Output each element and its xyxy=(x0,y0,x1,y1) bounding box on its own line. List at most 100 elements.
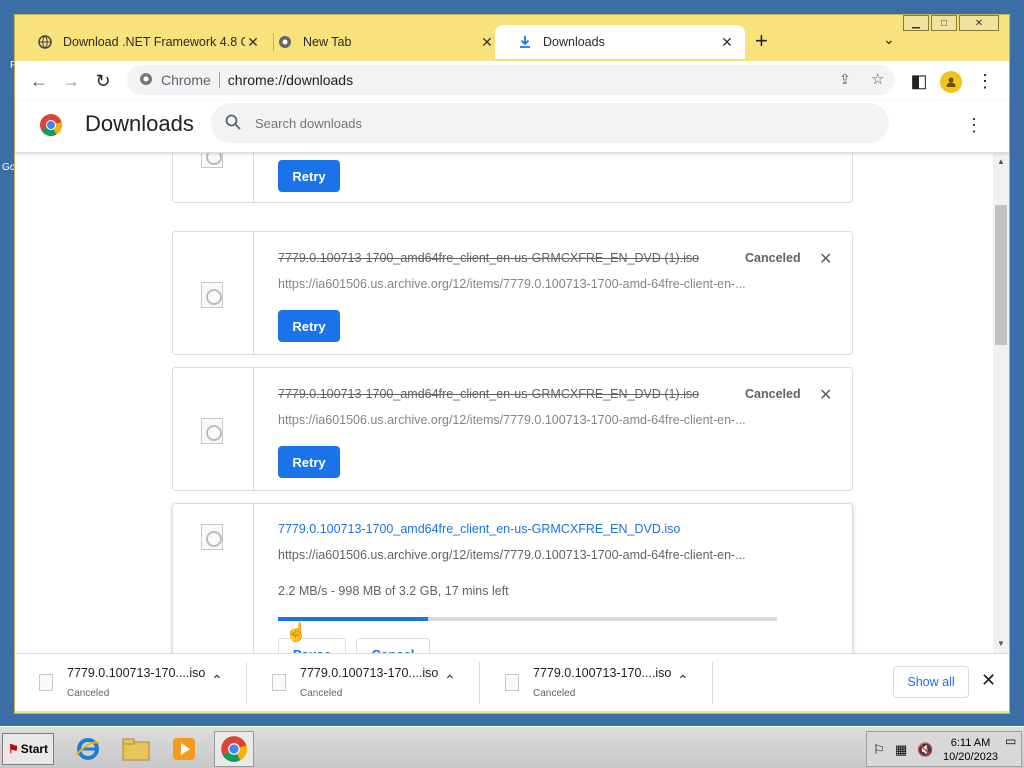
close-tab-icon[interactable]: ✕ xyxy=(479,34,495,51)
shelf-item[interactable]: 7779.0.100713-170....iso Canceled ⌃ xyxy=(481,662,713,704)
download-filename[interactable]: 7779.0.100713-1700_amd64fre_client_en-us… xyxy=(278,387,699,401)
clock-time: 6:11 AM xyxy=(950,737,991,749)
download-item: Retry xyxy=(172,153,853,203)
scroll-down-icon[interactable]: ▼ xyxy=(997,639,1005,648)
tab-downloads[interactable]: Downloads ✕ xyxy=(495,25,745,59)
download-filename[interactable]: 7779.0.100713-1700_amd64fre_client_en-us… xyxy=(278,251,699,265)
flag-icon[interactable]: ⚐ xyxy=(873,742,885,758)
shelf-item-status: Canceled xyxy=(533,688,576,699)
file-icon xyxy=(505,674,519,691)
side-panel-icon[interactable]: ◧ xyxy=(907,69,931,93)
chrome-icon xyxy=(277,34,293,50)
downloads-menu-icon[interactable]: ⋮ xyxy=(965,115,983,136)
page-title: Downloads xyxy=(85,111,194,136)
menu-kebab-icon[interactable]: ⋮ xyxy=(973,69,997,93)
bookmark-star-icon[interactable]: ☆ xyxy=(871,70,884,88)
download-item: 7779.0.100713-1700_amd64fre_client_en-us… xyxy=(172,367,853,491)
scroll-up-icon[interactable]: ▲ xyxy=(997,157,1005,166)
remove-icon[interactable]: ✕ xyxy=(819,385,832,405)
internet-explorer-taskbar-icon[interactable] xyxy=(68,731,108,767)
maximize-button[interactable]: □ xyxy=(931,15,957,31)
download-url[interactable]: https://ia601506.us.archive.org/12/items… xyxy=(278,548,746,562)
file-icon xyxy=(201,282,223,308)
search-icon xyxy=(225,114,241,133)
tab-title: New Tab xyxy=(303,35,352,49)
retry-button[interactable]: Retry xyxy=(278,310,340,342)
download-url[interactable]: https://ia601506.us.archive.org/12/items… xyxy=(278,413,746,427)
windows-flag-icon: ⚑ xyxy=(7,742,19,756)
start-button[interactable]: ⚑ Start xyxy=(2,733,54,765)
tab-title: Download .NET Framework 4.8 Of xyxy=(63,35,245,49)
download-shelf: 7779.0.100713-170....iso Canceled ⌃ 7779… xyxy=(15,653,1009,711)
download-filename[interactable]: 7779.0.100713-1700_amd64fre_client_en-us… xyxy=(278,522,680,536)
minimize-button[interactable]: ▁ xyxy=(903,15,929,31)
chevron-down-icon[interactable]: ⌄ xyxy=(883,31,895,48)
media-player-taskbar-icon[interactable] xyxy=(164,731,204,767)
remove-icon[interactable]: ✕ xyxy=(819,249,832,269)
page-scrollbar[interactable]: ▲ ▼ xyxy=(993,153,1009,653)
chevron-up-icon[interactable]: ⌃ xyxy=(677,672,689,689)
download-item-active: 7779.0.100713-1700_amd64fre_client_en-us… xyxy=(172,503,853,653)
scrollbar-thumb[interactable] xyxy=(995,205,1007,345)
download-icon-column xyxy=(173,153,254,202)
retry-button[interactable]: Retry xyxy=(278,160,340,192)
network-icon[interactable]: ▦ xyxy=(895,742,907,758)
new-tab-button[interactable]: + xyxy=(755,30,768,52)
forward-icon[interactable]: → xyxy=(59,69,83,93)
chevron-up-icon[interactable]: ⌃ xyxy=(211,672,223,689)
search-downloads-box[interactable] xyxy=(211,103,889,143)
back-icon[interactable]: ← xyxy=(27,69,51,93)
share-icon[interactable]: ⇪ xyxy=(839,71,851,88)
shelf-item[interactable]: 7779.0.100713-170....iso Canceled ⌃ xyxy=(15,662,247,704)
start-label: Start xyxy=(20,742,49,756)
file-icon xyxy=(201,524,223,550)
downloads-header: Downloads ⋮ xyxy=(15,101,1009,153)
file-explorer-taskbar-icon[interactable] xyxy=(116,731,156,767)
tab-title: Downloads xyxy=(543,35,605,49)
tab-bar: Download .NET Framework 4.8 Of ✕ New Tab… xyxy=(15,15,1009,61)
reload-icon[interactable]: ↻ xyxy=(91,69,115,93)
clock-date: 10/20/2023 xyxy=(943,751,999,763)
volume-muted-icon[interactable]: 🔇 xyxy=(917,742,933,758)
close-tab-icon[interactable]: ✕ xyxy=(719,34,735,51)
download-status: Canceled xyxy=(745,387,801,401)
close-window-button[interactable]: ✕ xyxy=(959,15,999,31)
omnibox-divider xyxy=(218,72,220,88)
retry-button[interactable]: Retry xyxy=(278,446,340,478)
address-bar[interactable]: Chrome chrome://downloads ⇪ ☆ xyxy=(127,65,895,95)
download-progress-bar xyxy=(278,617,777,621)
file-icon xyxy=(201,418,223,444)
show-all-button[interactable]: Show all xyxy=(893,666,969,698)
chrome-icon xyxy=(139,72,153,89)
cancel-button[interactable]: Cancel xyxy=(356,638,430,653)
windows-taskbar: ⚑ Start ⚐ ▦ 🔇 6:11 AM 10/20/2023 ▭ xyxy=(0,726,1024,768)
chrome-taskbar-icon[interactable] xyxy=(214,731,254,767)
download-icon-column xyxy=(173,368,254,490)
chrome-logo-icon xyxy=(39,113,63,142)
file-icon xyxy=(272,674,286,691)
download-url[interactable]: https://ia601506.us.archive.org/12/items… xyxy=(278,277,746,291)
tab-new-tab[interactable]: New Tab ✕ xyxy=(255,25,505,59)
tab-dotnet[interactable]: Download .NET Framework 4.8 Of ✕ xyxy=(15,25,271,59)
show-desktop-icon[interactable]: ▭ xyxy=(1005,734,1016,748)
shelf-item-status: Canceled xyxy=(300,688,343,699)
shelf-item[interactable]: 7779.0.100713-170....iso Canceled ⌃ xyxy=(248,662,480,704)
progress-fill xyxy=(278,617,428,621)
shelf-item-name: 7779.0.100713-170....iso xyxy=(67,666,206,680)
download-icon xyxy=(517,34,533,50)
close-shelf-icon[interactable]: ✕ xyxy=(981,670,996,691)
window-controls: ▁ □ ✕ xyxy=(903,15,999,31)
download-status: Canceled xyxy=(745,251,801,265)
clock[interactable]: 6:11 AM 10/20/2023 xyxy=(943,736,998,764)
profile-avatar[interactable] xyxy=(940,71,962,93)
shelf-item-name: 7779.0.100713-170....iso xyxy=(300,666,439,680)
download-icon-column xyxy=(173,232,254,354)
system-tray: ⚐ ▦ 🔇 6:11 AM 10/20/2023 ▭ xyxy=(866,731,1022,767)
url-text[interactable]: chrome://downloads xyxy=(228,72,353,88)
globe-icon xyxy=(37,34,53,50)
shelf-item-name: 7779.0.100713-170....iso xyxy=(533,666,672,680)
chevron-up-icon[interactable]: ⌃ xyxy=(444,672,456,689)
download-item: 7779.0.100713-1700_amd64fre_client_en-us… xyxy=(172,231,853,355)
search-input[interactable] xyxy=(255,115,855,131)
file-icon xyxy=(201,153,223,168)
